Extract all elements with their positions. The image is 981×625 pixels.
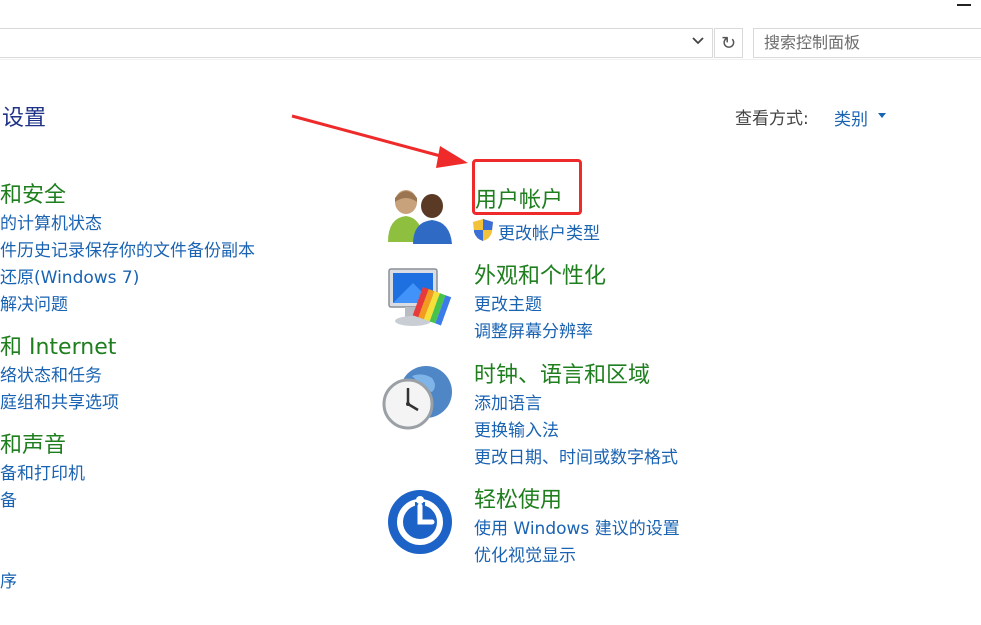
annotation-arrow — [291, 114, 468, 168]
annotation-highlight-box — [472, 159, 582, 215]
